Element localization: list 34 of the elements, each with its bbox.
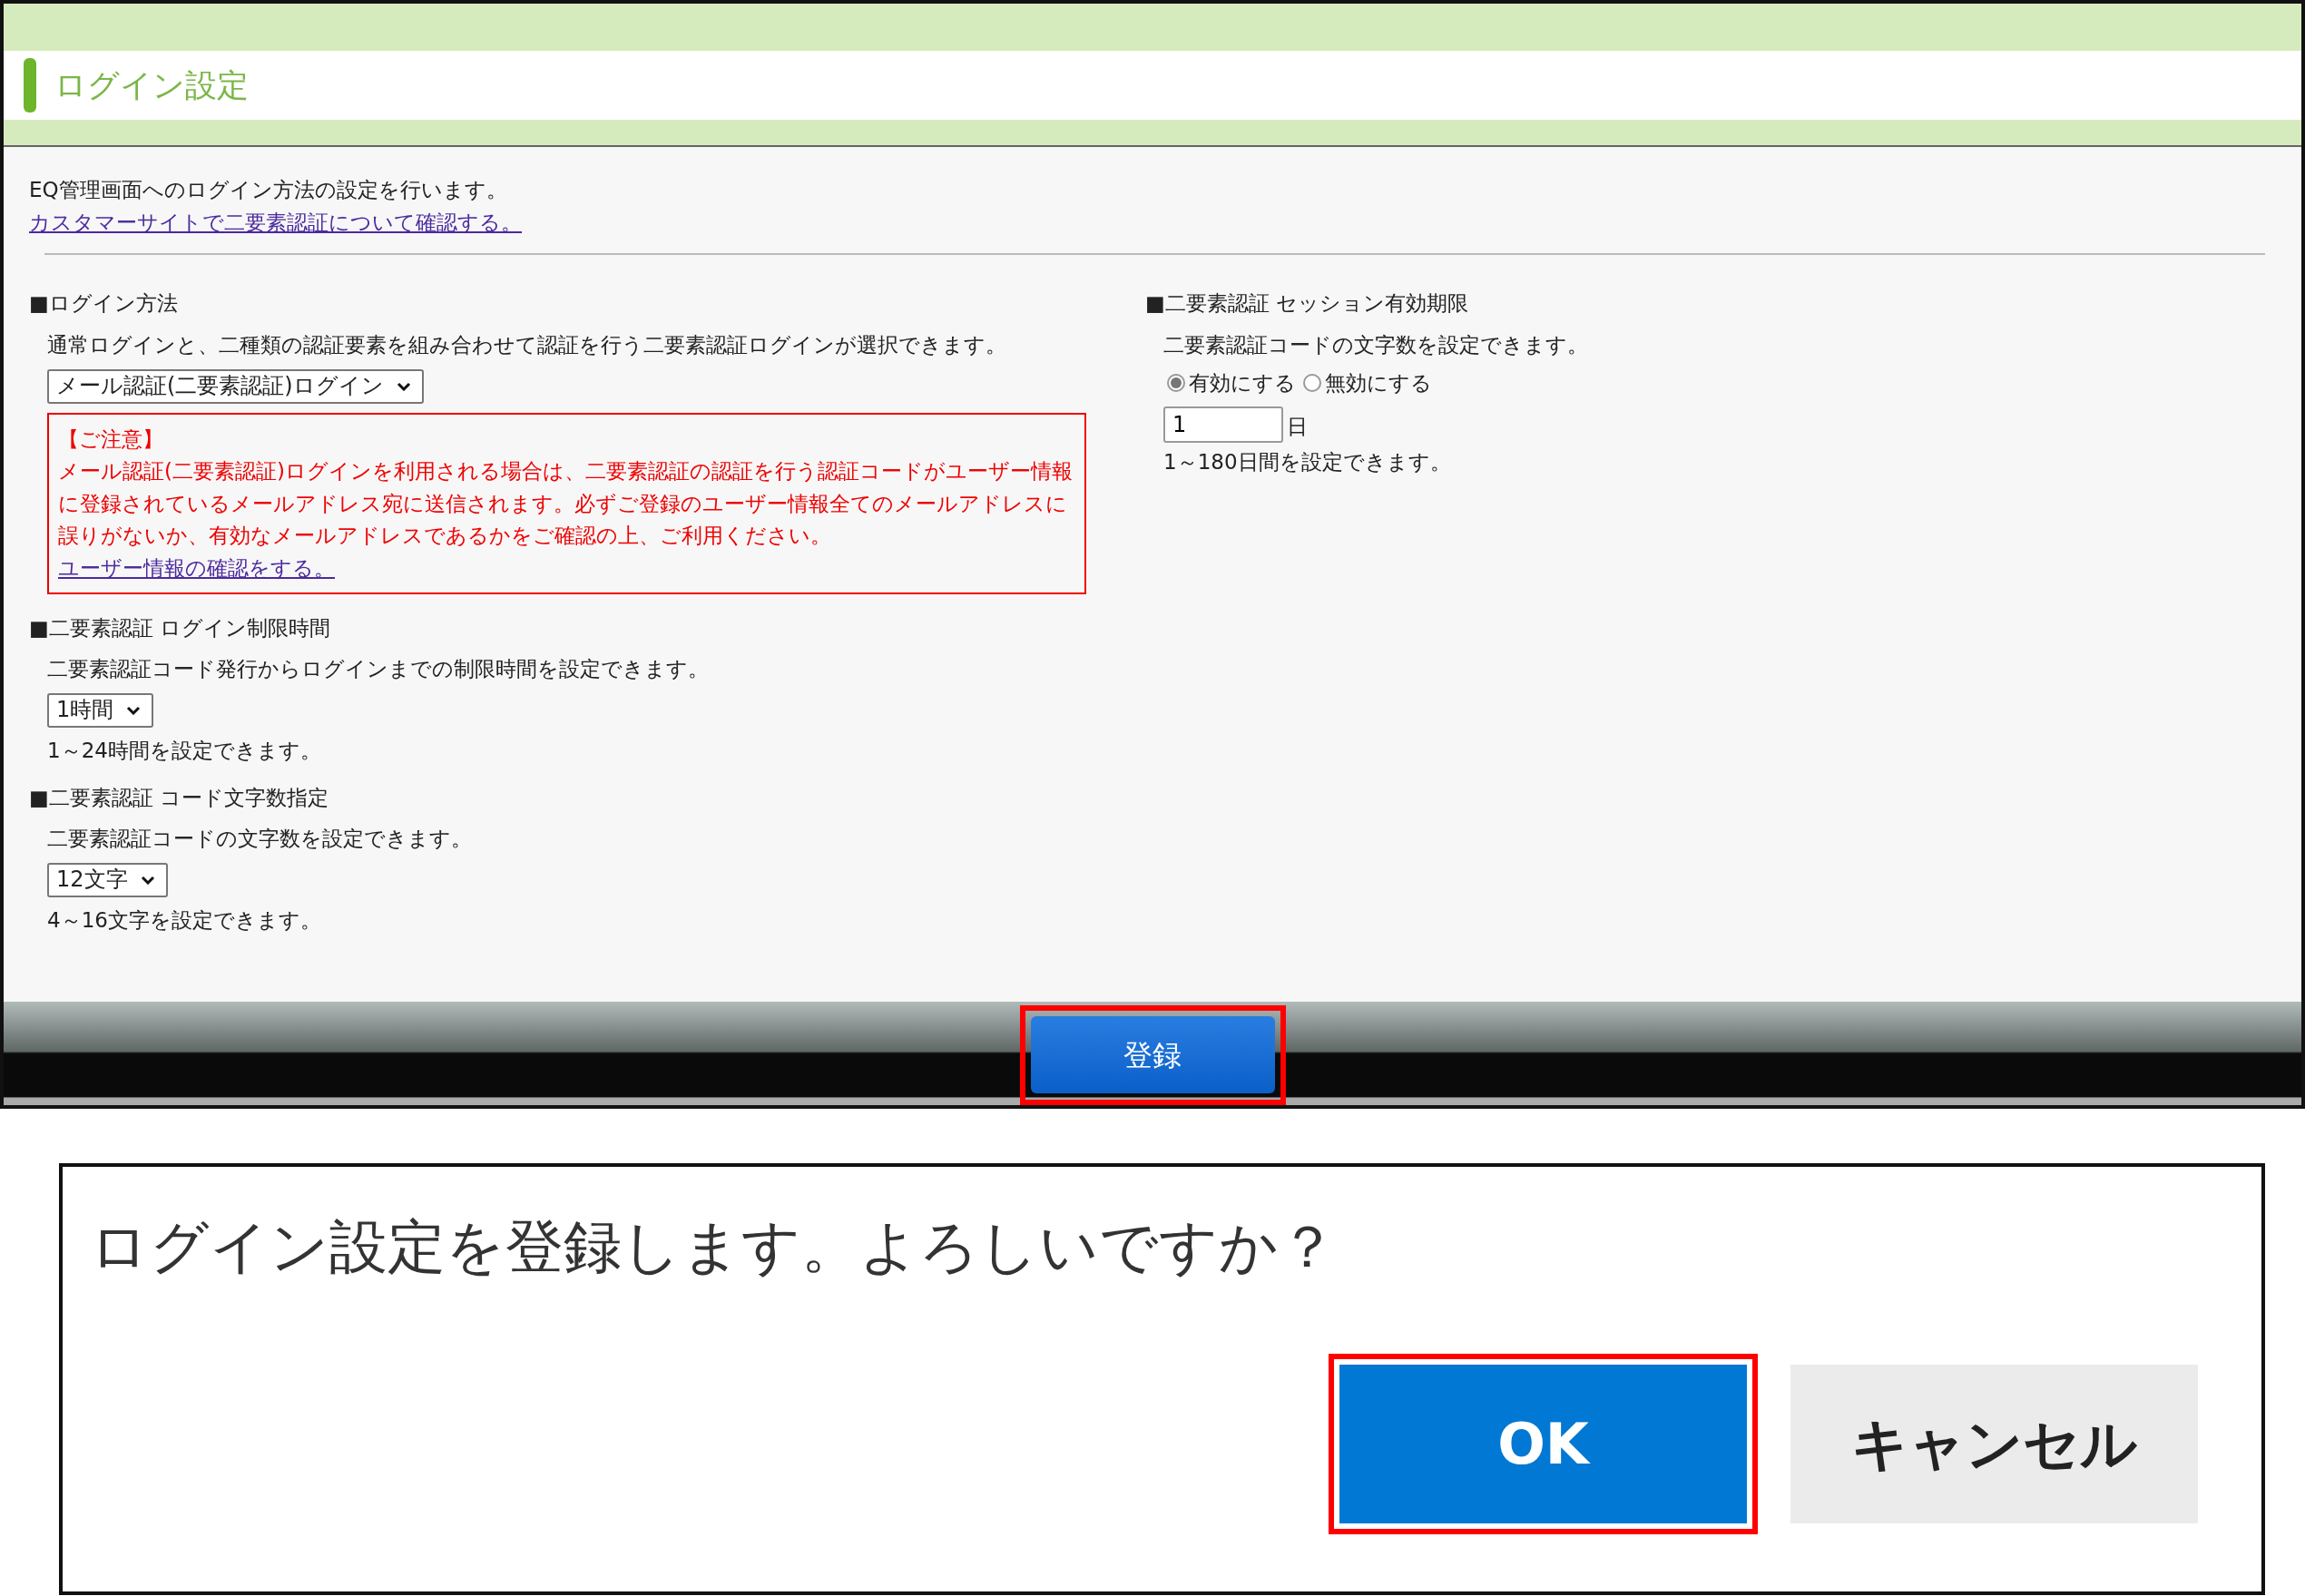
unit-label: 日	[1287, 413, 1308, 440]
customer-site-link[interactable]: カスタマーサイトで二要素認証について確認する。	[29, 210, 522, 234]
radio-button[interactable]	[1303, 374, 1321, 393]
section-heading: ■ログイン方法	[29, 290, 179, 318]
section-description: 二要素認証コード発行からログインまでの制限時間を設定できます。	[47, 656, 710, 683]
section-heading: ■二要素認証 コード文字数指定	[29, 784, 330, 811]
caret-icon	[140, 875, 155, 885]
caret-icon	[126, 706, 142, 716]
caret-icon	[396, 381, 411, 391]
user-info-link[interactable]: ユーザー情報の確認をする。	[58, 556, 335, 581]
dropdown[interactable]: メール認証(二要素認証)ログイン	[47, 368, 424, 404]
cancel-button[interactable]: キャンセル	[1790, 1365, 2198, 1523]
radio-button[interactable]	[1167, 374, 1185, 393]
submit-button[interactable]: 登録	[1030, 1016, 1275, 1093]
dropdown[interactable]: 1時間	[47, 693, 154, 729]
radio-label: 無効にする	[1325, 369, 1432, 397]
hint-text: 1～24時間を設定できます。	[47, 738, 322, 765]
section-description: 二要素認証コードの文字数を設定できます。	[47, 826, 473, 853]
notice-text: メール認証(二要素認証)ログインを利用される場合は、二要素認証の認証を行う認証コードがユーザー情報に登録されているメールアドレス宛に送信されます。必ずご登録のユーザー情報全てのメールアドレスに誤りがないか、有効なメールアドレスであるかをご確認の上、ご利用ください。	[58, 458, 1074, 550]
title-marker	[24, 58, 36, 113]
section-description: 通常ログインと、二種類の認証要素を組み合わせて認証を行う二要素認証ログインが選択できます。	[47, 331, 1007, 358]
dialog-message: ログイン設定を登録します。よろしいですか？	[90, 1212, 1338, 1282]
notice-title: 【ご注意】	[58, 426, 164, 453]
section-heading: ■二要素認証 ログイン制限時間	[29, 614, 332, 641]
section-description: 二要素認証コードの文字数を設定できます。	[1163, 331, 1589, 358]
section-heading: ■二要素認証 セッション有効期限	[1145, 290, 1470, 318]
page-title: ログイン設定	[54, 65, 249, 105]
ok-button[interactable]: OK	[1339, 1365, 1747, 1523]
radio-label: 有効にする	[1189, 369, 1296, 397]
hint-text: 4～16文字を設定できます。	[47, 906, 322, 934]
number-field[interactable]: 1	[1163, 406, 1283, 444]
dropdown[interactable]: 12文字	[47, 862, 168, 897]
hint-text: 1～180日間を設定できます。	[1163, 449, 1452, 476]
intro-text: EQ管理画面へのログイン方法の設定を行います。	[29, 177, 508, 203]
